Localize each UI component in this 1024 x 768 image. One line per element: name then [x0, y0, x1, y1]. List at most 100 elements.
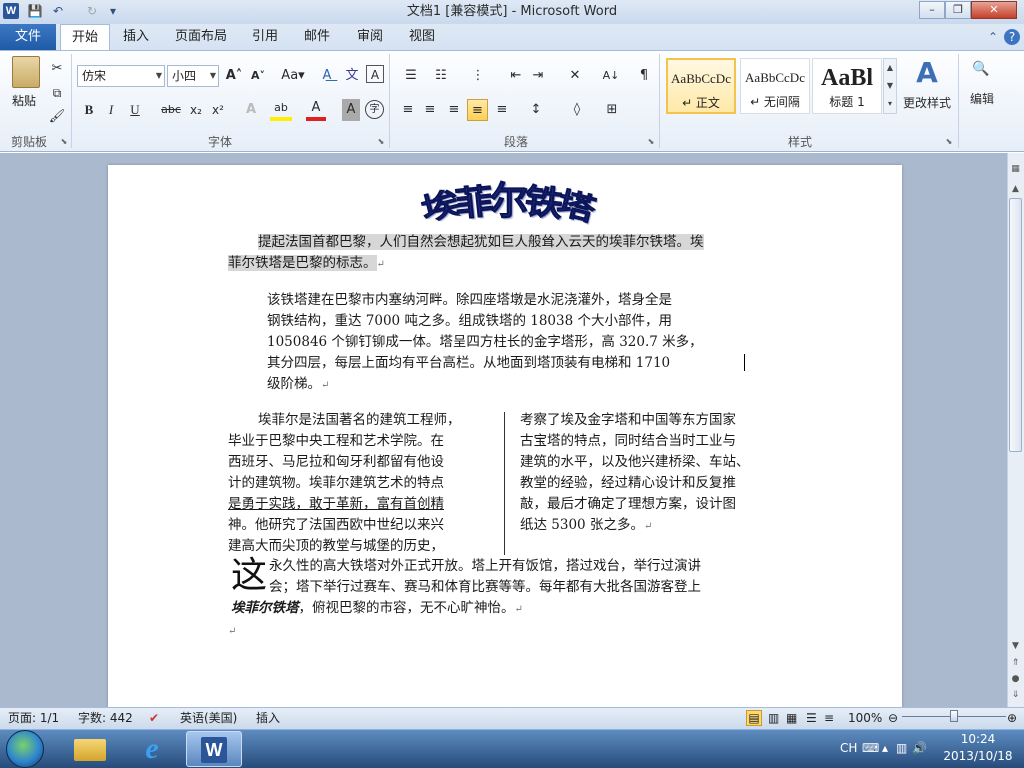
scroll-down-icon[interactable]: ▼ — [1008, 639, 1023, 654]
zoom-slider-thumb[interactable] — [950, 710, 958, 722]
previous-page-icon[interactable]: ⇑ — [1008, 656, 1023, 671]
scroll-up-icon[interactable]: ▲ — [1008, 182, 1023, 197]
column-2-line[interactable]: 古宝塔的特点，同时结合当时工业与 — [520, 431, 736, 452]
column-2-line[interactable]: 教堂的经验，经过精心设计和反复推 — [520, 473, 736, 494]
enclose-char-button[interactable]: 字 — [365, 100, 384, 119]
paragraph-2-line[interactable]: 其分四层，每层上面均有平台高栏。从地面到塔顶装有电梯和 1710 — [267, 353, 670, 374]
char-shading-button[interactable]: A — [342, 99, 360, 121]
clipboard-launcher-icon[interactable]: ⬊ — [59, 137, 69, 147]
text-effect-button[interactable]: A — [240, 99, 262, 121]
tab-insert[interactable]: 插入 — [116, 24, 156, 50]
column-1-line[interactable]: 西班牙、马尼拉和匈牙利都留有他设 — [228, 452, 444, 473]
tab-home[interactable]: 开始 — [60, 24, 110, 51]
help-icon[interactable]: ? — [1004, 29, 1020, 45]
column-2-line[interactable]: 考察了埃及金字塔和中国等东方国家 — [520, 410, 736, 431]
char-border-icon[interactable]: A — [366, 65, 384, 83]
shading-button[interactable]: ◊ — [565, 99, 589, 121]
strikethrough-button[interactable]: abc — [160, 99, 182, 121]
font-color-button[interactable]: A — [306, 99, 326, 121]
style-normal[interactable]: AaBbCcDc ↵ 正文 — [666, 58, 736, 114]
paste-button[interactable]: 粘贴 — [6, 92, 42, 110]
grow-font-button[interactable]: A˄ — [223, 65, 245, 87]
center-button[interactable]: ≡ — [420, 99, 440, 121]
subscript-button[interactable]: x₂ — [186, 99, 206, 121]
tab-review[interactable]: 审阅 — [350, 24, 390, 50]
last-paragraph-line[interactable]: 埃菲尔铁塔，俯视巴黎的市容，无不心旷神怡。↵ — [231, 598, 523, 620]
line-spacing-button[interactable]: ↕ — [524, 99, 548, 121]
restore-button[interactable]: ❐ — [945, 1, 971, 19]
align-right-button[interactable]: ≡ — [444, 99, 464, 121]
change-case-button[interactable]: Aa▾ — [278, 65, 308, 87]
tab-references[interactable]: 引用 — [245, 24, 285, 50]
language[interactable]: 英语(美国) — [180, 708, 237, 728]
change-styles-icon[interactable]: A — [912, 58, 942, 88]
styles-launcher-icon[interactable]: ⬊ — [944, 137, 954, 147]
insert-mode[interactable]: 插入 — [256, 708, 280, 728]
find-icon[interactable]: 🔍 — [970, 58, 992, 80]
style-no-spacing[interactable]: AaBbCcDc ↵ 无间隔 — [740, 58, 810, 114]
decrease-indent-button[interactable]: ⇤ — [506, 65, 526, 87]
paragraph-2-line[interactable]: 钢铁结构，重达 7000 吨之多。组成铁塔的 18038 个大小部件，用 — [267, 311, 672, 332]
tray-expand-icon[interactable]: ▴ — [882, 740, 888, 756]
next-page-icon[interactable]: ⇓ — [1008, 688, 1023, 703]
format-painter-icon[interactable]: 🖌 — [48, 106, 66, 128]
zoom-in-icon[interactable]: ⊕ — [1007, 708, 1017, 728]
justify-button[interactable]: ≡ — [467, 99, 488, 121]
zoom-out-icon[interactable]: ⊖ — [888, 708, 898, 728]
paragraph-2-line[interactable]: 该铁塔建在巴黎市内塞纳河畔。除四座塔墩是水泥浇灌外，塔身全是 — [267, 290, 672, 311]
paste-icon[interactable] — [12, 56, 40, 88]
minimize-button[interactable]: – — [919, 1, 945, 19]
numbering-button[interactable]: ☷ — [428, 65, 454, 87]
paragraph-2-line[interactable]: 级阶梯。↵ — [267, 374, 329, 396]
paragraph-2-line[interactable]: 1050846 个铆钉铆成一体。塔呈四方柱长的金字塔形，高 320.7 米多， — [267, 332, 703, 353]
increase-indent-button[interactable]: ⇥ — [528, 65, 548, 87]
show-marks-button[interactable]: ¶ — [634, 65, 654, 87]
borders-button[interactable]: ⊞ — [600, 99, 624, 121]
volume-icon[interactable]: 🔊 — [912, 740, 927, 756]
explorer-taskbar-icon[interactable] — [62, 731, 118, 767]
column-1-line[interactable]: 计的建筑物。埃菲尔建筑艺术的特点 — [228, 473, 444, 494]
last-paragraph-line[interactable]: 永久性的高大铁塔对外正式开放。塔上开有饭馆，搭过戏台，举行过演讲 — [269, 556, 701, 577]
tab-view[interactable]: 视图 — [402, 24, 442, 50]
superscript-button[interactable]: x² — [208, 99, 228, 121]
clock[interactable]: 10:24 2013/10/18 — [940, 731, 1016, 765]
font-name-combo[interactable]: 仿宋 ▼ — [77, 65, 165, 87]
underline-button[interactable]: U — [126, 99, 144, 121]
column-2-line[interactable]: 敲，最后才确定了理想方案，设计图 — [520, 494, 736, 515]
last-paragraph-line[interactable]: 会；塔下举行过赛车、赛马和体育比赛等等。每年都有大批各国游客登上 — [269, 577, 701, 598]
ime-indicator[interactable]: CH — [840, 740, 857, 756]
print-layout-icon[interactable]: ▤ — [746, 710, 762, 726]
tab-file[interactable]: 文件 — [0, 24, 56, 50]
column-1-line[interactable]: 埃菲尔是法国著名的建筑工程师， — [258, 410, 461, 431]
change-styles-button[interactable]: 更改样式 — [899, 92, 955, 114]
proofing-icon[interactable]: ✔ — [149, 708, 159, 728]
copy-icon[interactable]: ⧉ — [48, 82, 66, 104]
page-count[interactable]: 页面: 1/1 — [8, 708, 59, 728]
drop-cap[interactable]: 这 — [231, 555, 267, 597]
editing-button[interactable]: 编辑 — [962, 88, 1002, 110]
style-heading-1[interactable]: AaBl 标题 1 — [812, 58, 882, 114]
start-button[interactable] — [6, 730, 44, 768]
column-2-line[interactable]: 纸达 5300 张之多。↵ — [520, 515, 652, 537]
paragraph-1-line[interactable]: 菲尔铁塔是巴黎的标志。↵ — [228, 253, 385, 275]
column-1-line[interactable]: 毕业于巴黎中央工程和艺术学院。在 — [228, 431, 444, 452]
italic-button[interactable]: I — [102, 99, 120, 121]
ruler-toggle-icon[interactable]: ▦ — [1008, 162, 1023, 177]
keyboard-icon[interactable]: ⌨ — [862, 740, 879, 756]
font-launcher-icon[interactable]: ⬊ — [376, 137, 386, 147]
full-screen-reading-icon[interactable]: ▥ — [768, 708, 779, 728]
close-button[interactable]: ✕ — [971, 1, 1017, 19]
zoom-level[interactable]: 100% — [848, 708, 882, 728]
distributed-button[interactable]: ≡ — [492, 99, 512, 121]
highlight-button[interactable]: ab — [270, 99, 292, 121]
word-count[interactable]: 字数: 442 — [78, 708, 133, 728]
clear-format-icon[interactable]: A͟ — [316, 65, 338, 87]
draft-icon[interactable]: ≡ — [824, 708, 834, 728]
column-1-line[interactable]: 建高大而尖顶的教堂与城堡的历史， — [228, 536, 444, 557]
column-1-line[interactable]: 神。他研究了法国西欧中世纪以来兴 — [228, 515, 444, 536]
scroll-thumb[interactable] — [1009, 198, 1022, 452]
empty-paragraph[interactable]: ↵ — [228, 620, 236, 642]
chinese-layout-button[interactable]: ✕ — [562, 65, 588, 87]
outline-icon[interactable]: ☰ — [806, 708, 817, 728]
sort-button[interactable]: A↓ — [600, 65, 622, 87]
